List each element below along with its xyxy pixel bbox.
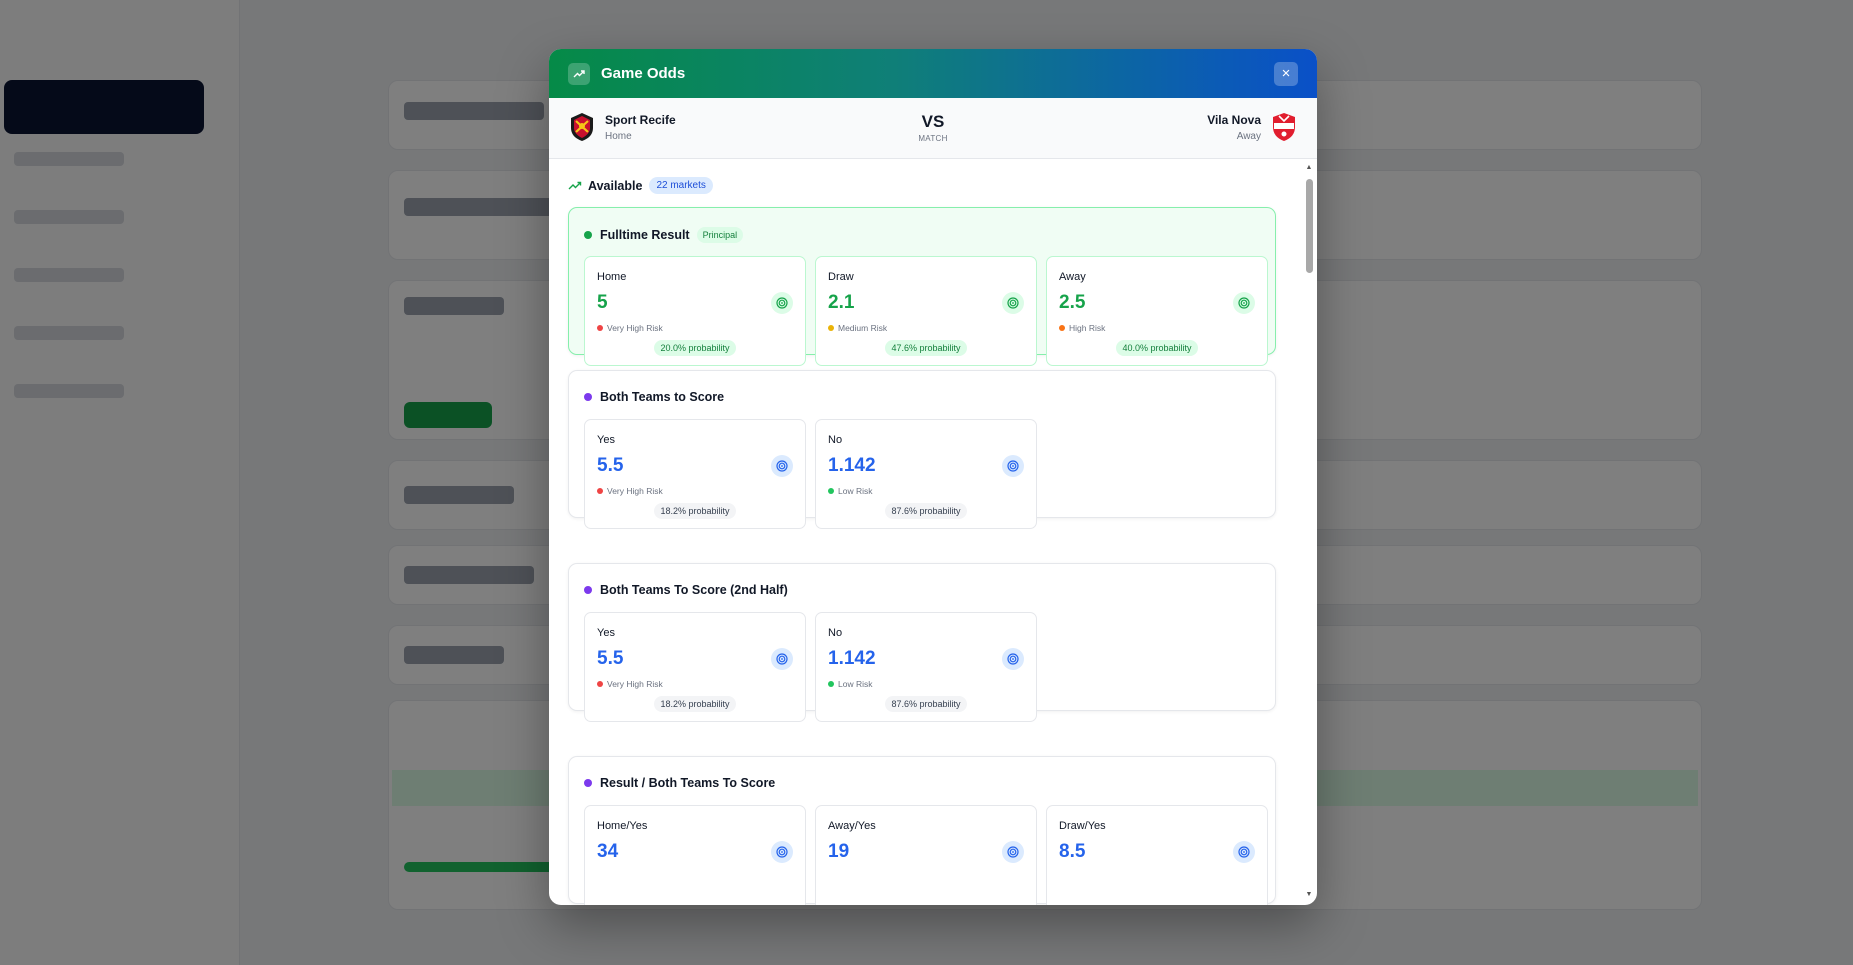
market-dot [584, 586, 592, 594]
odds-option-yes[interactable]: Yes 5.5 Very High Risk 18.2% probability [584, 419, 806, 529]
probability-badge: 87.6% probability [885, 503, 967, 519]
scroll-up-icon[interactable]: ▲ [1305, 164, 1313, 172]
odds-value: 2.5 [1059, 292, 1086, 313]
risk-indicator: Low Risk [828, 486, 872, 496]
away-team-role: Away [1236, 130, 1261, 142]
risk-indicator: Very High Risk [597, 679, 663, 689]
probability-badge: 18.2% probability [654, 696, 736, 712]
odds-value: 5.5 [597, 455, 624, 476]
market-name: Both Teams To Score (2nd Half) [600, 583, 788, 597]
market-name: Fulltime Result [600, 228, 690, 242]
probability-badge: 20.0% probability [654, 340, 736, 356]
modal-scrollbar[interactable]: ▲ ▼ [1305, 164, 1313, 899]
odds-value: 5 [597, 292, 608, 313]
market-card-btts-2nd-half: Both Teams To Score (2nd Half) Yes 5.5 V… [568, 563, 1276, 722]
game-odds-modal: Game Odds × Sport Recife Home VS MATCH V… [549, 49, 1317, 905]
odds-option-no[interactable]: No 1.142 Low Risk 87.6% probability [815, 419, 1037, 529]
close-button[interactable]: × [1274, 61, 1298, 86]
vila-nova-crest-icon [1273, 113, 1295, 141]
trending-up-icon [568, 181, 582, 189]
risk-indicator: Very High Risk [597, 486, 663, 496]
probability-badge: 87.6% probability [885, 696, 967, 712]
target-icon [1002, 455, 1024, 477]
odds-option-home-yes[interactable]: Home/Yes 34 [584, 805, 806, 905]
market-dot [584, 393, 592, 401]
option-label: Home [597, 271, 627, 283]
risk-label: Medium Risk [838, 323, 888, 333]
odds-value: 8.5 [1059, 841, 1086, 862]
risk-label: Low Risk [838, 679, 873, 689]
odds-option-away-yes[interactable]: Away/Yes 19 [815, 805, 1037, 905]
target-icon [1233, 292, 1255, 314]
odds-option-no[interactable]: No 1.142 Low Risk 87.6% probability [815, 612, 1037, 722]
odds-value: 5.5 [597, 648, 624, 669]
scroll-down-icon[interactable]: ▼ [1305, 891, 1313, 899]
odds-option-home[interactable]: Home 5 Very High Risk 20.0% probability [584, 256, 806, 366]
market-name: Both Teams to Score [600, 390, 725, 404]
away-team-name: Vila Nova [1207, 112, 1261, 127]
option-label: No [828, 434, 843, 446]
risk-indicator: Medium Risk [828, 323, 887, 333]
scrollbar-thumb[interactable] [1306, 179, 1313, 273]
probability-badge: 40.0% probability [1116, 340, 1198, 356]
option-label: Away [1059, 271, 1086, 283]
odds-option-away[interactable]: Away 2.5 High Risk 40.0% probability [1046, 256, 1268, 366]
risk-indicator: Low Risk [828, 679, 872, 689]
risk-label: Very High Risk [607, 679, 663, 689]
risk-label: Very High Risk [607, 486, 663, 496]
target-icon [771, 455, 793, 477]
option-label: Yes [597, 434, 615, 446]
trending-up-icon [568, 62, 590, 85]
option-label: No [828, 627, 843, 639]
market-name: Result / Both Teams To Score [600, 776, 776, 790]
risk-label: Low Risk [838, 486, 873, 496]
modal-body[interactable]: Available 22 markets Fulltime Result Pri… [549, 159, 1317, 905]
option-label: Home/Yes [597, 820, 648, 832]
probability-badge: 47.6% probability [885, 340, 967, 356]
target-icon [771, 841, 793, 863]
odds-value: 1.142 [828, 648, 876, 669]
odds-option-draw[interactable]: Draw 2.1 Medium Risk 47.6% probability [815, 256, 1037, 366]
risk-label: Very High Risk [607, 323, 663, 333]
risk-indicator: Very High Risk [597, 323, 663, 333]
risk-label: High Risk [1069, 323, 1106, 333]
market-card-fulltime-result: Fulltime Result Principal Home 5 Very Hi… [568, 207, 1276, 366]
risk-indicator: High Risk [1059, 323, 1105, 333]
odds-option-draw-yes[interactable]: Draw/Yes 8.5 [1046, 805, 1268, 905]
modal-title: Game Odds [601, 65, 686, 82]
market-card-both-teams-to-score: Both Teams to Score Yes 5.5 Very High Ri… [568, 370, 1276, 529]
probability-badge: 18.2% probability [654, 503, 736, 519]
market-dot [584, 231, 592, 239]
close-icon: × [1281, 65, 1291, 82]
market-card-result-btts: Result / Both Teams To Score Home/Yes 34… [568, 756, 1276, 905]
market-dot [584, 779, 592, 787]
option-label: Draw/Yes [1059, 820, 1106, 832]
modal-header: Game Odds × [549, 49, 1317, 98]
markets-count-badge: 22 markets [649, 177, 713, 194]
odds-value: 1.142 [828, 455, 876, 476]
target-icon [1002, 648, 1024, 670]
target-icon [771, 292, 793, 314]
away-team: Vila Nova Away [1197, 112, 1297, 142]
available-header: Available 22 markets [568, 177, 713, 194]
odds-value: 19 [828, 841, 850, 862]
principal-badge: Principal [696, 227, 744, 243]
option-label: Yes [597, 627, 615, 639]
option-label: Away/Yes [828, 820, 876, 832]
available-label: Available [588, 178, 643, 193]
odds-value: 34 [597, 841, 619, 862]
option-label: Draw [828, 271, 854, 283]
target-icon [1002, 292, 1024, 314]
target-icon [1002, 841, 1024, 863]
target-icon [1233, 841, 1255, 863]
odds-value: 2.1 [828, 292, 855, 313]
target-icon [771, 648, 793, 670]
odds-option-yes[interactable]: Yes 5.5 Very High Risk 18.2% probability [584, 612, 806, 722]
match-header: Sport Recife Home VS MATCH Vila Nova Awa… [549, 98, 1317, 159]
